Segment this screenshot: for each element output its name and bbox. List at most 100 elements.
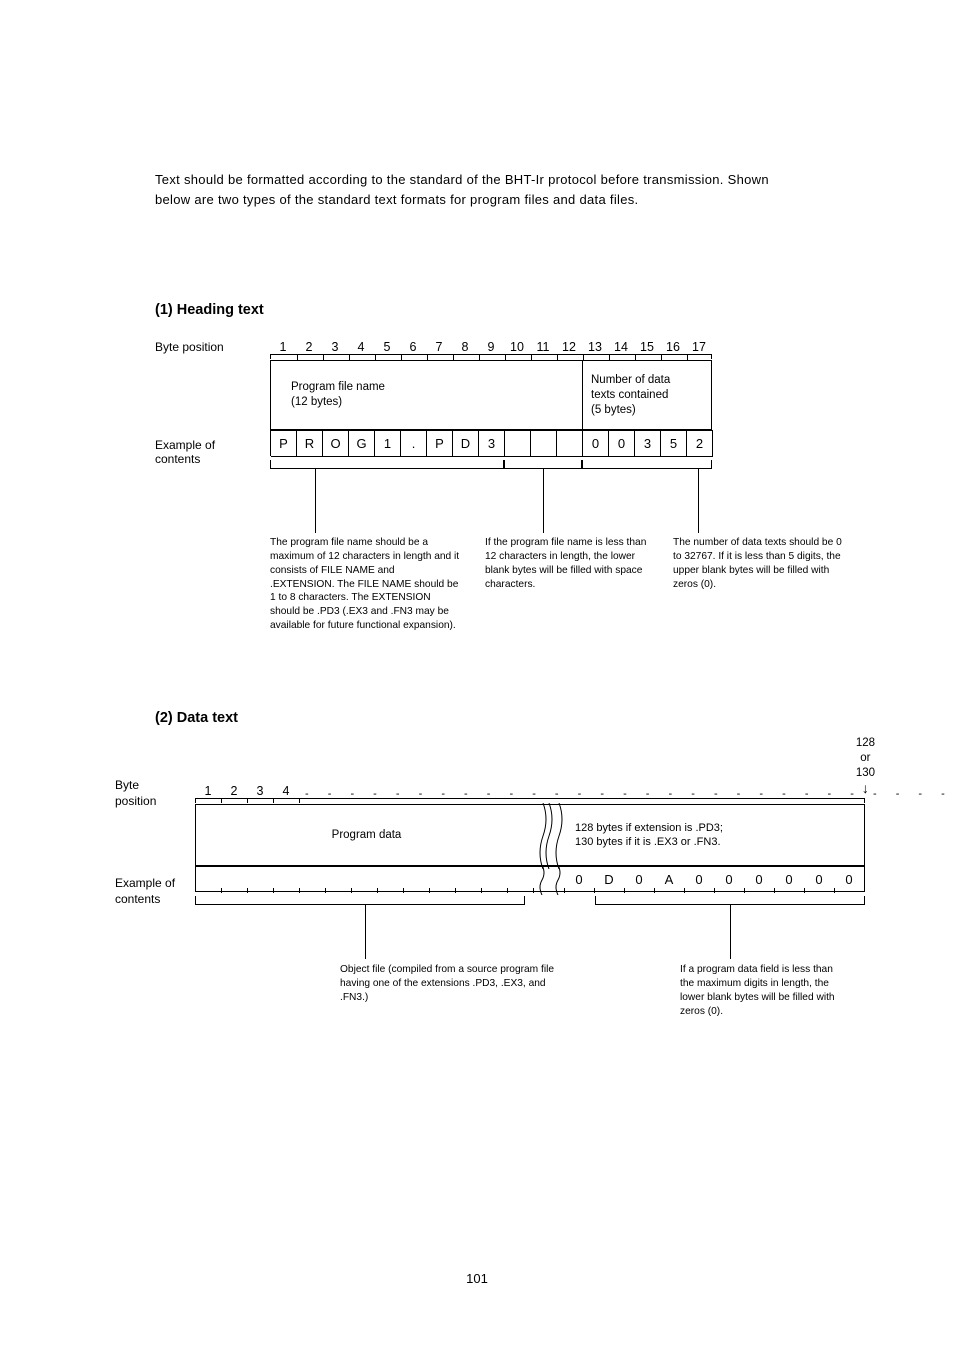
byte-number: 3	[247, 784, 273, 798]
byte-number: 8	[452, 340, 478, 354]
bracket-1c	[582, 460, 712, 472]
ruler-2: 1234 - - - - - - - - - - - - - - - - - -…	[195, 784, 865, 798]
byte-number: 2	[296, 340, 322, 354]
byte-cell: 2	[687, 431, 713, 457]
example-label-2: Example of contents	[115, 876, 175, 907]
byte-cell: 0	[564, 867, 594, 893]
byte-cell: 0	[609, 431, 635, 457]
byte-cell: R	[297, 431, 323, 457]
byte-number: 16	[660, 340, 686, 354]
byte-tick	[378, 888, 404, 893]
byte-cell: 0	[624, 867, 654, 893]
byte-number: 10	[504, 340, 530, 354]
byte-cell	[531, 431, 557, 457]
byte-cell: D	[453, 431, 479, 457]
example-cells-1: PROG1.PD300352	[270, 430, 713, 456]
byte-number: 3	[322, 340, 348, 354]
field-boxes-2: Program data 128 bytes if extension is .…	[195, 804, 865, 866]
annotation-2b: If a program data field is less than the…	[680, 963, 840, 1018]
annotation-1c: The number of data texts should be 0 to …	[673, 536, 843, 591]
label-128: 128	[856, 736, 875, 751]
box-sublabel: (5 bytes)	[591, 403, 636, 418]
byte-number: 14	[608, 340, 634, 354]
box-label: 128 bytes if extension is .PD3;	[575, 821, 723, 835]
byte-cell: 5	[661, 431, 687, 457]
byte-tick	[300, 888, 326, 893]
byte-tick	[222, 888, 248, 893]
example-cells-2: 0D0A000000	[195, 866, 865, 892]
label-130: 130	[856, 766, 875, 781]
byte-number: 17	[686, 340, 712, 354]
byte-cell	[505, 431, 531, 457]
byte-number: 12	[556, 340, 582, 354]
byte-number: 15	[634, 340, 660, 354]
byte-tick	[508, 888, 534, 893]
byte-tick	[482, 888, 508, 893]
byte-tick	[196, 888, 222, 893]
section2-heading: (2) Data text	[155, 710, 799, 726]
label: position	[115, 794, 156, 808]
program-data-box: Program data	[195, 804, 537, 866]
page-number: 101	[466, 1271, 488, 1286]
byte-cell: .	[401, 431, 427, 457]
byte-tick	[430, 888, 456, 893]
byte-cell: 0	[744, 867, 774, 893]
byte-tick	[326, 888, 352, 893]
byte-cell: 0	[684, 867, 714, 893]
bracket-1a	[270, 460, 504, 472]
byte-cell: 0	[583, 431, 609, 457]
byte-cell: G	[349, 431, 375, 457]
byte-tick	[248, 888, 274, 893]
byte-number: 1	[270, 340, 296, 354]
byte-cell: P	[271, 431, 297, 457]
byte-number: 11	[530, 340, 556, 354]
diagram2: 128 or 130 ↓ Byte position Example of co…	[115, 748, 875, 1068]
byte-cell: O	[323, 431, 349, 457]
label: contents	[115, 892, 160, 906]
byte-cell: 0	[834, 867, 864, 893]
bracket-1b	[504, 460, 582, 472]
intro-paragraph: Text should be formatted according to th…	[155, 170, 799, 210]
annotation-1a: The program file name should be a maximu…	[270, 536, 460, 632]
byte-number: 7	[426, 340, 452, 354]
byte-cell	[557, 431, 583, 457]
label-or: or	[856, 751, 875, 766]
byte-number: 5	[374, 340, 400, 354]
program-file-name-box: Program file name (12 bytes)	[270, 360, 582, 430]
ruler-1: 1234567891011121314151617	[270, 340, 712, 358]
byte-number: 2	[221, 784, 247, 798]
section1-heading: (1) Heading text	[155, 302, 799, 318]
byte-cell: 0	[714, 867, 744, 893]
field-boxes-1: Program file name (12 bytes) Number of d…	[270, 360, 712, 430]
label: Byte	[115, 778, 139, 792]
example-label: Example of	[155, 438, 215, 452]
byte-tick	[274, 888, 300, 893]
byte-tick	[456, 888, 482, 893]
box-sublabel: (12 bytes)	[291, 395, 342, 410]
byte-number: 4	[348, 340, 374, 354]
bracket-2b	[595, 896, 865, 908]
label: Example of	[115, 876, 175, 890]
box-label: 130 bytes if it is .EX3 or .FN3.	[575, 835, 723, 849]
byte-number: 1	[195, 784, 221, 798]
byte-cell: A	[654, 867, 684, 893]
diagram1: Byte position Example of contents 123456…	[155, 340, 799, 660]
byte-tick	[352, 888, 378, 893]
byte-cell: D	[594, 867, 624, 893]
box-label: Program file name	[291, 380, 385, 395]
byte-cell: 3	[635, 431, 661, 457]
byte-cell: P	[427, 431, 453, 457]
annotation-2a: Object file (compiled from a source prog…	[340, 963, 565, 1004]
byte-position-label: Byte position	[155, 340, 224, 354]
byte-count-box: 128 bytes if extension is .PD3; 130 byte…	[565, 804, 865, 866]
break-mark-cells	[536, 867, 564, 891]
byte-cell: 0	[804, 867, 834, 893]
byte-cell: 3	[479, 431, 505, 457]
byte-number: 4	[273, 784, 299, 798]
box-label: texts contained	[591, 388, 668, 403]
byte-cell: 1	[375, 431, 401, 457]
box-label: Number of data	[591, 373, 670, 388]
byte-position-label-2: Byte position	[115, 778, 156, 809]
byte-cell: 0	[774, 867, 804, 893]
byte-number: 9	[478, 340, 504, 354]
